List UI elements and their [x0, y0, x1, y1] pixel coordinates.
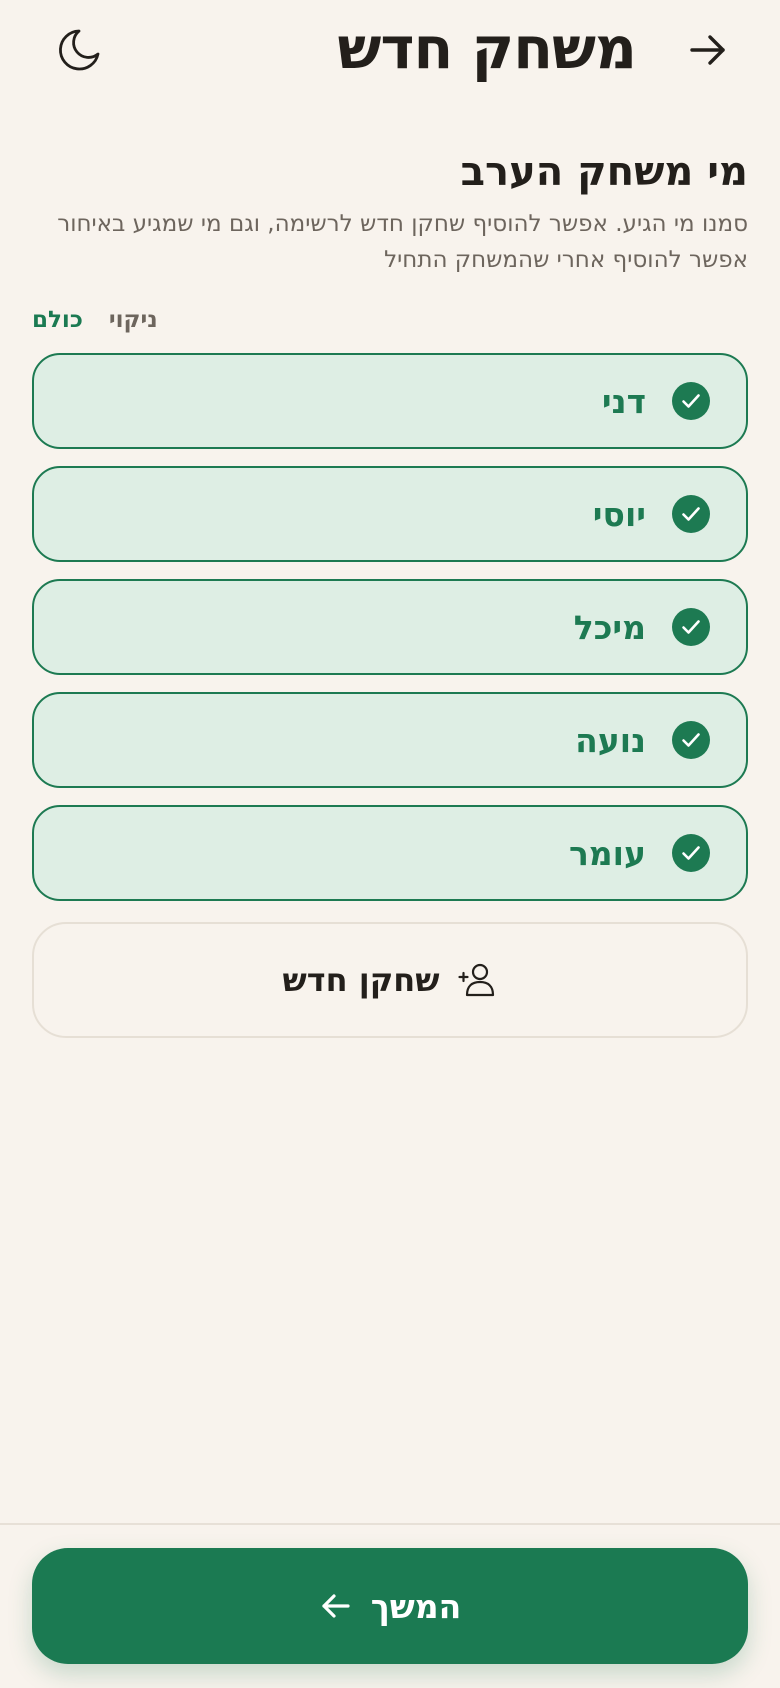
add-user-icon	[457, 960, 498, 1000]
app-header: משחק חדש	[0, 0, 780, 96]
player-name: יוסי	[592, 494, 646, 534]
player-card[interactable]: יוסי	[32, 466, 748, 562]
continue-button[interactable]: המשך	[32, 1548, 748, 1664]
check-icon	[672, 382, 710, 420]
player-card[interactable]: נועה	[32, 692, 748, 788]
page-title: משחק חדש	[337, 14, 637, 82]
arrow-right-icon	[690, 35, 725, 65]
player-card[interactable]: דני	[32, 353, 748, 449]
section-subtitle: סמנו מי הגיע. אפשר להוסיף שחקן חדש לרשימ…	[57, 211, 748, 273]
add-player-label: שחקן חדש	[282, 961, 440, 999]
player-name: נועה	[575, 720, 646, 760]
add-player-button[interactable]: שחקן חדש	[32, 922, 748, 1038]
arrow-left-icon	[322, 1594, 350, 1618]
footer-divider	[0, 1523, 780, 1525]
player-list: דני יוסי מיכל נועה עומר	[32, 353, 748, 901]
check-icon	[672, 834, 710, 872]
moon-icon	[59, 29, 100, 71]
quick-actions: כולם ניקוי	[32, 300, 158, 340]
player-card[interactable]: מיכל	[32, 579, 748, 675]
player-name: מיכל	[573, 607, 646, 647]
check-icon	[672, 608, 710, 646]
theme-toggle-button[interactable]	[52, 22, 108, 78]
player-name: דני	[601, 381, 646, 421]
clear-selection-button[interactable]: ניקוי	[109, 300, 158, 340]
select-all-button[interactable]: כולם	[32, 300, 83, 340]
check-icon	[672, 495, 710, 533]
player-card[interactable]: עומר	[32, 805, 748, 901]
check-icon	[672, 721, 710, 759]
section-title: מי משחק הערב	[460, 149, 748, 195]
continue-label: המשך	[370, 1586, 462, 1626]
player-name: עומר	[568, 833, 646, 873]
back-button[interactable]	[680, 22, 736, 78]
